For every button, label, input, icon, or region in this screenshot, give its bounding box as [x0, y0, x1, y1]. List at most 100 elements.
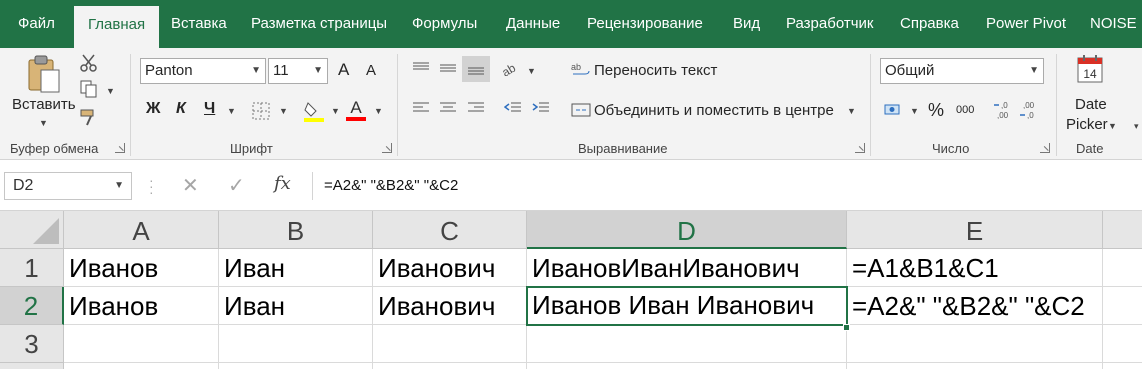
cell-a4[interactable]	[64, 363, 219, 369]
align-bottom-icon[interactable]	[462, 56, 490, 82]
cell-a2[interactable]: Иванов	[64, 287, 219, 325]
tab-review[interactable]: Рецензирование	[587, 0, 703, 48]
column-header-a[interactable]: A	[64, 211, 219, 249]
formula-bar-resize-handle[interactable]: · · ·	[149, 173, 154, 199]
cell-d3[interactable]	[527, 325, 847, 363]
column-header-f[interactable]	[1103, 211, 1142, 249]
grow-font-button[interactable]: A	[338, 60, 349, 80]
cell-f2[interactable]	[1103, 287, 1142, 325]
tab-insert[interactable]: Вставка	[171, 0, 227, 48]
number-format-select[interactable]: Общий ▼	[880, 58, 1044, 84]
paste-icon[interactable]	[24, 54, 64, 94]
row-header-3[interactable]: 3	[0, 325, 64, 363]
cell-d2[interactable]: Иванов Иван Иванович	[526, 286, 848, 326]
thousands-button[interactable]: 000	[956, 104, 974, 116]
fill-color-icon[interactable]	[302, 98, 326, 124]
cell-d4[interactable]	[527, 363, 847, 369]
wrap-text-icon[interactable]: ab	[570, 60, 592, 80]
borders-dropdown-icon[interactable]: ▼	[279, 106, 288, 116]
wrap-text-button[interactable]: Переносить текст	[594, 62, 717, 79]
tab-developer[interactable]: Разработчик	[786, 0, 873, 48]
cell-c2[interactable]: Иванович	[373, 287, 527, 325]
column-header-b[interactable]: B	[219, 211, 373, 249]
align-top-icon[interactable]	[410, 58, 432, 78]
increase-decimal-icon[interactable]: ,0,00	[992, 98, 1014, 122]
cancel-icon[interactable]: ✕	[182, 173, 199, 198]
orientation-icon[interactable]: ab	[500, 58, 522, 78]
percent-button[interactable]: %	[928, 100, 944, 121]
cell-d1[interactable]: ИвановИванИванович	[527, 249, 847, 287]
enter-icon[interactable]: ✓	[228, 173, 245, 198]
cell-e1[interactable]: =A1&B1&C1	[847, 249, 1103, 287]
shrink-font-button[interactable]: A	[366, 62, 376, 79]
clipboard-launcher-icon[interactable]	[115, 143, 125, 153]
cell-a1[interactable]: Иванов	[64, 249, 219, 287]
merge-center-icon[interactable]	[570, 100, 592, 120]
select-all-button[interactable]	[0, 211, 64, 249]
copy-icon[interactable]	[78, 78, 100, 100]
font-color-dropdown-icon[interactable]: ▼	[374, 106, 383, 116]
format-painter-icon[interactable]	[78, 106, 100, 128]
italic-button[interactable]: К	[176, 100, 186, 118]
tab-noise[interactable]: NOISE	[1090, 0, 1137, 48]
tab-home[interactable]: Главная	[74, 6, 160, 48]
underline-button[interactable]: Ч	[204, 100, 215, 118]
cell-c3[interactable]	[373, 325, 527, 363]
font-size-select[interactable]: 11 ▼	[268, 58, 328, 84]
tab-view[interactable]: Вид	[733, 0, 760, 48]
row-header-2[interactable]: 2	[0, 287, 64, 325]
cut-icon[interactable]	[78, 52, 100, 74]
bold-button[interactable]: Ж	[146, 100, 160, 118]
calendar-icon[interactable]: 14	[1076, 54, 1104, 84]
name-box[interactable]: D2 ▼	[4, 172, 132, 200]
column-header-e[interactable]: E	[847, 211, 1103, 249]
number-launcher-icon[interactable]	[1040, 143, 1050, 153]
cell-b2[interactable]: Иван	[219, 287, 373, 325]
column-header-d[interactable]: D	[527, 211, 847, 249]
align-right-icon[interactable]	[465, 98, 487, 118]
paste-dropdown-icon[interactable]: ▼	[39, 118, 48, 128]
decrease-indent-icon[interactable]	[502, 98, 524, 118]
cell-b3[interactable]	[219, 325, 373, 363]
merge-dropdown-icon[interactable]: ▼	[847, 106, 856, 116]
fill-color-dropdown-icon[interactable]: ▼	[331, 106, 340, 116]
ribbon-overflow-icon[interactable]: ▾	[1134, 121, 1139, 132]
copy-dropdown-icon[interactable]: ▼	[106, 86, 115, 96]
date-picker-dropdown-icon[interactable]: ▼	[1108, 121, 1117, 131]
cell-c1[interactable]: Иванович	[373, 249, 527, 287]
orientation-dropdown-icon[interactable]: ▼	[527, 66, 536, 76]
underline-dropdown-icon[interactable]: ▼	[227, 106, 236, 116]
cell-c4[interactable]	[373, 363, 527, 369]
cell-e4[interactable]	[847, 363, 1103, 369]
decrease-decimal-icon[interactable]: ,00,0	[1018, 98, 1040, 122]
column-header-c[interactable]: C	[373, 211, 527, 249]
increase-indent-icon[interactable]	[530, 98, 552, 118]
row-header-4[interactable]	[0, 363, 64, 369]
cell-f1[interactable]	[1103, 249, 1142, 287]
font-launcher-icon[interactable]	[382, 143, 392, 153]
accounting-dropdown-icon[interactable]: ▼	[910, 106, 919, 116]
paste-button-label[interactable]: Вставить	[12, 96, 76, 113]
tab-power-pivot[interactable]: Power Pivot	[986, 0, 1066, 48]
insert-function-button[interactable]: fx	[274, 173, 291, 194]
tab-formulas[interactable]: Формулы	[412, 0, 477, 48]
cell-e2[interactable]: =A2&" "&B2&" "&C2	[847, 287, 1103, 325]
merge-center-button[interactable]: Объединить и поместить в центре	[594, 102, 834, 119]
formula-input[interactable]: =A2&" "&B2&" "&C2	[312, 172, 1140, 200]
borders-icon[interactable]	[250, 100, 272, 122]
align-middle-icon[interactable]	[437, 58, 459, 78]
tab-data[interactable]: Данные	[506, 0, 560, 48]
accounting-format-icon[interactable]	[882, 100, 906, 120]
fill-handle[interactable]	[843, 324, 850, 331]
cell-a3[interactable]	[64, 325, 219, 363]
alignment-launcher-icon[interactable]	[855, 143, 865, 153]
date-picker-label-2[interactable]: Picker	[1066, 116, 1108, 133]
font-color-icon[interactable]: A	[344, 96, 368, 124]
cell-e3[interactable]	[847, 325, 1103, 363]
font-name-select[interactable]: Panton ▼	[140, 58, 266, 84]
cell-f3[interactable]	[1103, 325, 1142, 363]
align-left-icon[interactable]	[410, 98, 432, 118]
cell-b1[interactable]: Иван	[219, 249, 373, 287]
tab-page-layout[interactable]: Разметка страницы	[251, 0, 387, 48]
date-picker-label-1[interactable]: Date	[1075, 96, 1107, 113]
